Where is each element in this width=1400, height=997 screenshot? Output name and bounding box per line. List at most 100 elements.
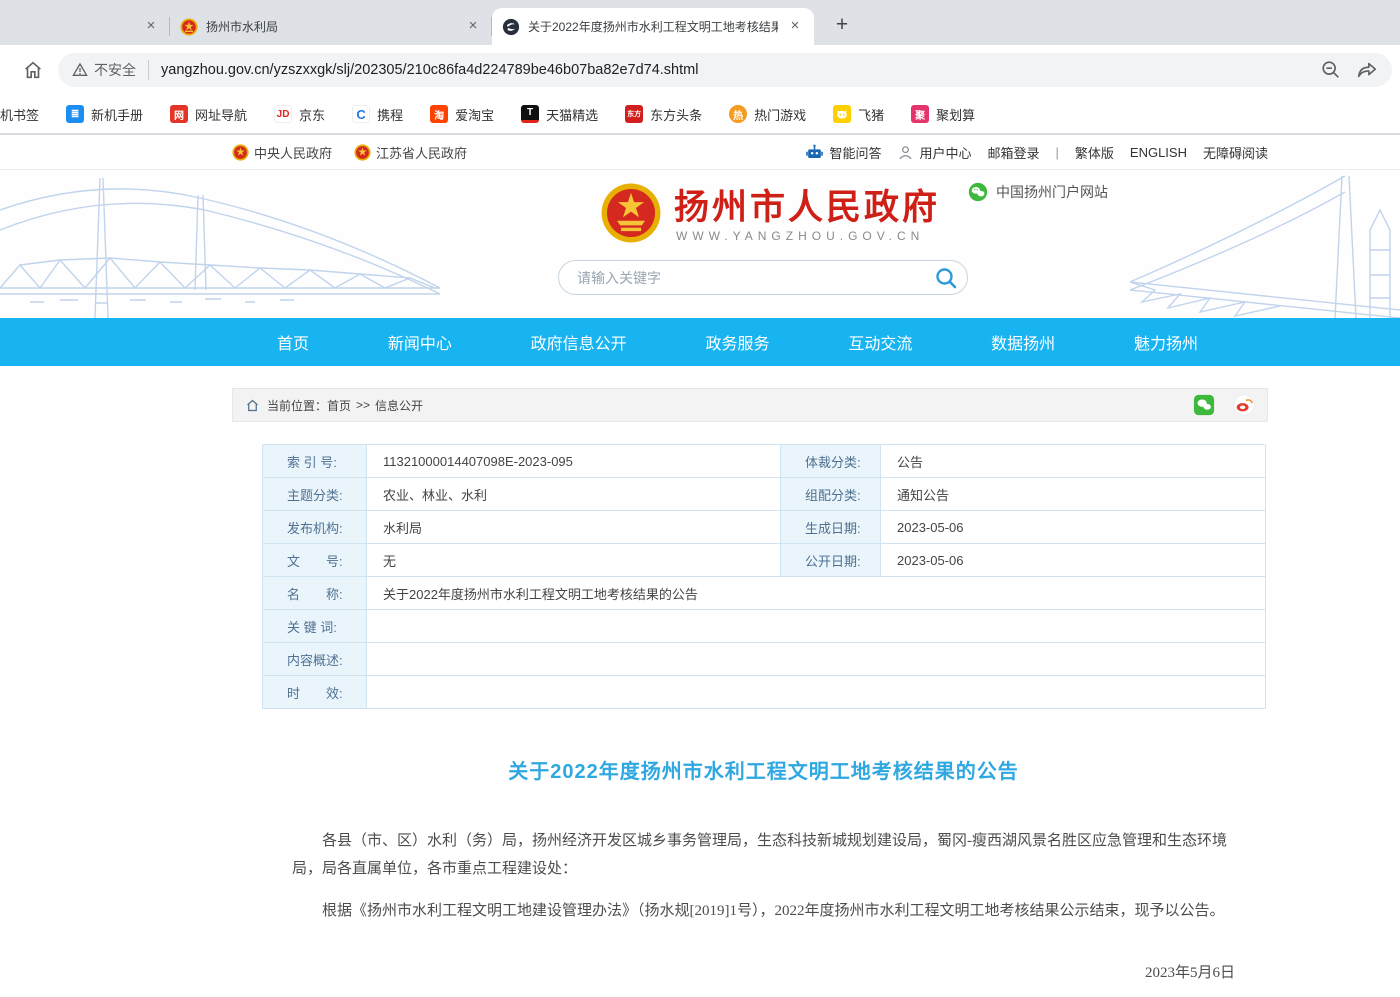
user-icon [897, 144, 914, 161]
breadcrumb-separator: >> [356, 398, 370, 412]
bookmark-item[interactable]: T 天猫精选 [521, 105, 598, 124]
bookmark-item[interactable]: C 携程 [352, 105, 403, 124]
browser-tab-slj[interactable]: 扬州市水利局 × [170, 8, 492, 45]
bookmark-item[interactable]: 飞猪 [833, 105, 884, 124]
national-emblem-icon [600, 182, 662, 244]
tab-close-icon[interactable]: × [464, 18, 482, 36]
bookmarks-bar: 机书签 ≣ 新机手册 网 网址导航 JD 京东 C 携程 淘 爱淘宝 T 天猫精… [0, 95, 1400, 135]
meta-value [367, 610, 1266, 643]
bookmark-item[interactable]: 聚 聚划算 [911, 105, 975, 124]
browser-tab-strip: × 扬州市水利局 × 关于2022年度扬州市水利工程文明工地考核结果的公告 × … [0, 0, 1400, 45]
bookmark-item[interactable]: 热 热门游戏 [729, 105, 806, 124]
bookmark-item[interactable]: ≣ 新机手册 [66, 105, 143, 124]
manual-icon: ≣ [66, 105, 84, 123]
nav-news[interactable]: 新闻中心 [388, 330, 452, 354]
wechat-share-icon[interactable] [1193, 394, 1215, 416]
accessibility-link[interactable]: 无障碍阅读 [1203, 143, 1268, 162]
bookmark-item[interactable]: 淘 爱淘宝 [430, 105, 494, 124]
bookmark-label: 聚划算 [936, 105, 975, 124]
site-url-caption: WWW.YANGZHOU.GOV.CN [676, 229, 940, 243]
mail-login-link[interactable]: 邮箱登录 [987, 143, 1039, 162]
english-link[interactable]: ENGLISH [1130, 145, 1187, 160]
document-meta-table: 索 引 号: 11321000014407098E-2023-095 体裁分类:… [262, 444, 1265, 709]
security-label: 不安全 [94, 60, 136, 80]
breadcrumb: 当前位置： 首页 >> 信息公开 [232, 388, 1268, 422]
meta-label: 时 效: [263, 676, 367, 709]
meta-value: 2023-05-06 [881, 544, 1266, 577]
link-label: 用户中心 [919, 143, 971, 162]
nav-info-disclosure[interactable]: 政府信息公开 [531, 330, 627, 354]
search-bar[interactable] [558, 260, 968, 295]
bookmark-label: 机书签 [0, 105, 39, 124]
new-tab-button[interactable]: + [828, 12, 856, 40]
portal-tag[interactable]: 中国扬州门户网站 [968, 182, 1108, 202]
robot-icon [805, 143, 824, 162]
nav-data[interactable]: 数据扬州 [991, 330, 1055, 354]
portal-label: 中国扬州门户网站 [996, 182, 1108, 202]
meta-label: 发布机构: [263, 511, 367, 544]
zoom-out-icon[interactable] [1320, 59, 1342, 81]
nav-services[interactable]: 政务服务 [705, 330, 769, 354]
meta-label: 文 号: [263, 544, 367, 577]
breadcrumb-home-link[interactable]: 首页 [327, 397, 351, 414]
tab-close-icon[interactable]: × [786, 18, 804, 36]
bookmark-label: 热门游戏 [754, 105, 806, 124]
weibo-share-icon[interactable] [1233, 394, 1255, 416]
content-area: 当前位置： 首页 >> 信息公开 索 引 号: 1132100001440709… [232, 388, 1268, 997]
breadcrumb-current-link[interactable]: 信息公开 [375, 397, 423, 414]
bookmark-label: 新机手册 [91, 105, 143, 124]
topbar-divider: | [1056, 145, 1059, 160]
gov-topbar: 中央人民政府 江苏省人民政府 智能问答 [0, 135, 1400, 170]
site-favicon [502, 18, 520, 36]
bookmark-label: 京东 [299, 105, 325, 124]
breadcrumb-prefix: 当前位置： [267, 397, 327, 414]
user-center-link[interactable]: 用户中心 [897, 143, 971, 162]
article-paragraph: 根据《扬州市水利工程文明工地建设管理办法》（扬水规[2019]1号），2022年… [292, 898, 1235, 926]
link-label: 江苏省人民政府 [376, 143, 467, 162]
wechat-icon [968, 182, 988, 202]
url-bar[interactable]: 不安全 yangzhou.gov.cn/yzszxxgk/slj/202305/… [58, 53, 1392, 87]
search-button[interactable] [931, 263, 961, 293]
browser-tab-cutoff[interactable]: × [0, 8, 170, 45]
article-paragraph: 各县（市、区）水利（务）局，扬州经济开发区城乡事务管理局，生态科技新城规划建设局… [292, 828, 1235, 884]
article-title: 关于2022年度扬州市水利工程文明工地考核结果的公告 [262, 755, 1265, 784]
meta-label: 关 键 词: [263, 610, 367, 643]
meta-value: 水利局 [367, 511, 781, 544]
link-central-gov[interactable]: 中央人民政府 [232, 143, 332, 162]
browser-tab-active[interactable]: 关于2022年度扬州市水利工程文明工地考核结果的公告 × [492, 8, 814, 45]
bookmark-item[interactable]: 东方 东方头条 [625, 105, 702, 124]
link-label: 中央人民政府 [254, 143, 332, 162]
security-chip[interactable]: 不安全 [72, 60, 149, 80]
warning-icon [72, 62, 88, 78]
bookmark-item[interactable]: JD 京东 [274, 105, 325, 124]
bookmark-label: 网址导航 [195, 105, 247, 124]
bookmark-item[interactable]: 机书签 [0, 105, 39, 124]
gov-emblem-icon [232, 144, 249, 161]
nav-home[interactable]: 首页 [277, 330, 309, 354]
bookmark-item[interactable]: 网 网址导航 [170, 105, 247, 124]
meta-value [367, 676, 1266, 709]
main-nav: 首页 新闻中心 政府信息公开 政务服务 互动交流 数据扬州 魅力扬州 [0, 318, 1400, 366]
smart-qa-link[interactable]: 智能问答 [805, 143, 881, 162]
meta-value: 2023-05-06 [881, 511, 1266, 544]
meta-label: 公开日期: [781, 544, 881, 577]
search-input[interactable] [577, 270, 931, 286]
meta-label: 生成日期: [781, 511, 881, 544]
site-logo[interactable]: 扬州市人民政府 WWW.YANGZHOU.GOV.CN [600, 182, 940, 244]
nav-interaction[interactable]: 互动交流 [848, 330, 912, 354]
link-jiangsu-gov[interactable]: 江苏省人民政府 [354, 143, 467, 162]
search-icon [934, 266, 958, 290]
home-button[interactable] [16, 53, 50, 87]
traditional-link[interactable]: 繁体版 [1075, 143, 1114, 162]
share-icon[interactable] [1356, 59, 1378, 81]
browser-toolbar: 不安全 yangzhou.gov.cn/yzszxxgk/slj/202305/… [0, 45, 1400, 95]
tab-close-icon[interactable]: × [142, 18, 160, 36]
eastday-icon: 东方 [625, 105, 643, 123]
article: 关于2022年度扬州市水利工程文明工地考核结果的公告 各县（市、区）水利（务）局… [262, 755, 1265, 997]
jd-icon: JD [274, 105, 292, 123]
gov-emblem-favicon [180, 18, 198, 36]
meta-value: 通知公告 [881, 478, 1266, 511]
site-banner: 扬州市人民政府 WWW.YANGZHOU.GOV.CN 中国扬州门户网站 [0, 170, 1400, 318]
nav-charm[interactable]: 魅力扬州 [1134, 330, 1198, 354]
meta-label: 名 称: [263, 577, 367, 610]
